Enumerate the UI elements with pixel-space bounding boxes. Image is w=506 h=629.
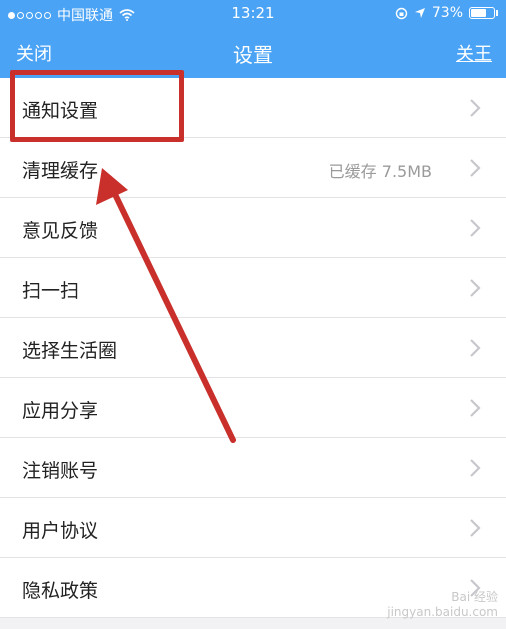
watermark: Bai 经验 jingyan.baidu.com [387,588,498,619]
annotation-highlight-box [10,70,184,142]
location-icon [414,8,425,18]
cache-size-value: 已缓存 7.5MB [328,162,432,181]
row-label: 选择生活圈 [22,340,118,362]
row-label: 应用分享 [22,400,99,422]
nav-right-button[interactable]: 关王 [456,40,492,66]
settings-row-scan[interactable]: 扫一扫 [0,258,506,318]
row-label: 清理缓存 [22,160,99,182]
settings-row-feedback[interactable]: 意见反馈 [0,198,506,258]
settings-row-life-circle[interactable]: 选择生活圈 [0,318,506,378]
chevron-right-icon [470,99,481,117]
settings-row-delete-account[interactable]: 注销账号 [0,438,506,498]
rotation-lock-icon [395,7,408,19]
row-label: 注销账号 [22,460,99,482]
settings-row-user-agreement[interactable]: 用户协议 [0,498,506,558]
battery-icon [469,7,495,19]
row-label: 隐私政策 [22,580,99,602]
status-right: 73% [395,5,498,21]
chevron-right-icon [470,279,481,297]
settings-row-share-app[interactable]: 应用分享 [0,378,506,438]
chevron-right-icon [470,219,481,237]
row-label: 用户协议 [22,520,99,542]
chevron-right-icon [470,159,481,177]
chevron-right-icon [470,519,481,537]
chevron-right-icon [470,399,481,417]
settings-row-clear-cache[interactable]: 清理缓存 已缓存 7.5MB [0,138,506,198]
chevron-right-icon [470,339,481,357]
status-bar: 中国联通 13:21 73% [0,0,506,28]
battery-fill [471,9,487,17]
chevron-right-icon [470,459,481,477]
settings-list: 通知设置 清理缓存 已缓存 7.5MB 意见反馈 扫一扫 选择生活圈 应用分享 … [0,78,506,618]
battery-tip [496,10,498,16]
watermark-logo-text: Bai 经验 [451,590,498,604]
page-title: 设置 [233,43,273,67]
battery-percent: 73% [431,5,463,21]
row-label: 意见反馈 [22,220,99,242]
row-label: 扫一扫 [22,280,80,302]
app-header: 中国联通 13:21 73% 关闭 设置 关王 [0,0,506,78]
watermark-url: jingyan.baidu.com [387,605,498,619]
